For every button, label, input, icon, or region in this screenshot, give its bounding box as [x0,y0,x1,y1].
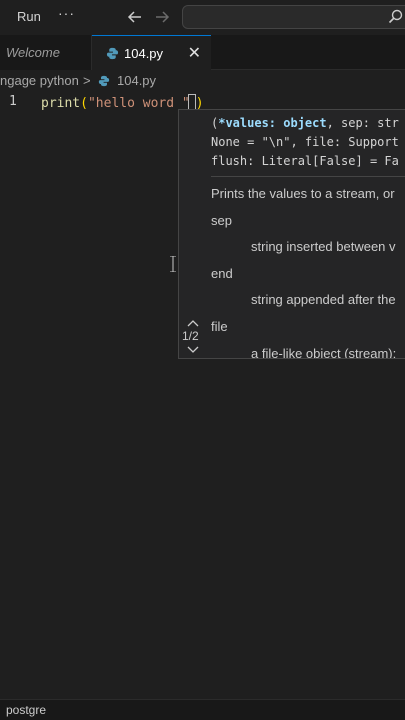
signature-help-popup: (*values: object, sep: str None = "\n", … [178,109,405,359]
param-name: sep [211,213,232,228]
code-open-paren: ( [80,96,88,111]
active-parameter: *values: object [218,116,327,130]
search-icon[interactable] [388,9,404,25]
command-search-box[interactable] [182,5,405,29]
arrow-left-icon[interactable] [126,7,144,27]
param-name: end [211,266,233,281]
more-menu-icon[interactable]: ··· [58,5,75,21]
tab-104-py[interactable]: 104.py ✕ [92,35,211,71]
breadcrumb-folder[interactable]: ngage python [0,70,79,92]
code-string: "hello word " [87,96,190,111]
code-function: print [41,96,81,111]
close-tab-icon[interactable]: ✕ [188,36,201,71]
python-file-icon [106,47,119,60]
title-bar: Run ··· [0,0,405,35]
tab-welcome[interactable]: Welcome [0,35,92,70]
breadcrumb-file[interactable]: 104.py [117,70,156,92]
chevron-down-icon[interactable] [187,346,199,354]
tab-label: Welcome [6,45,60,60]
status-item[interactable]: postgre [6,700,46,720]
python-file-icon [98,75,110,87]
overload-counter: 1/2 [182,329,199,343]
param-description: string inserted between v [251,239,396,254]
doc-description: Prints the values to a stream, or [211,186,395,201]
editor-tab-bar: Welcome 104.py ✕ [0,35,405,71]
sig-rest: , sep: str [326,116,399,130]
status-bar: postgre [0,699,405,720]
divider [211,176,405,177]
breadcrumb-separator: > [83,73,91,88]
param-name: file [211,319,228,334]
menu-run[interactable]: Run [17,9,41,24]
breadcrumb: ngage python > 104.py [0,70,405,92]
arrow-right-icon[interactable] [153,7,171,27]
chevron-up-icon[interactable] [187,319,199,327]
mouse-ibeam-icon [170,256,176,272]
param-description: string appended after the [251,292,396,307]
tab-label: 104.py [124,46,164,61]
sig-line-2: None = "\n", file: Support [211,135,399,149]
signature-text: (*values: object, sep: str None = "\n", … [211,114,399,171]
text-cursor [187,94,196,110]
sig-line-3: flush: Literal[False] = Fa [211,154,399,168]
line-number: 1 [9,94,17,109]
param-description: a file-like object (stream); [251,346,397,359]
